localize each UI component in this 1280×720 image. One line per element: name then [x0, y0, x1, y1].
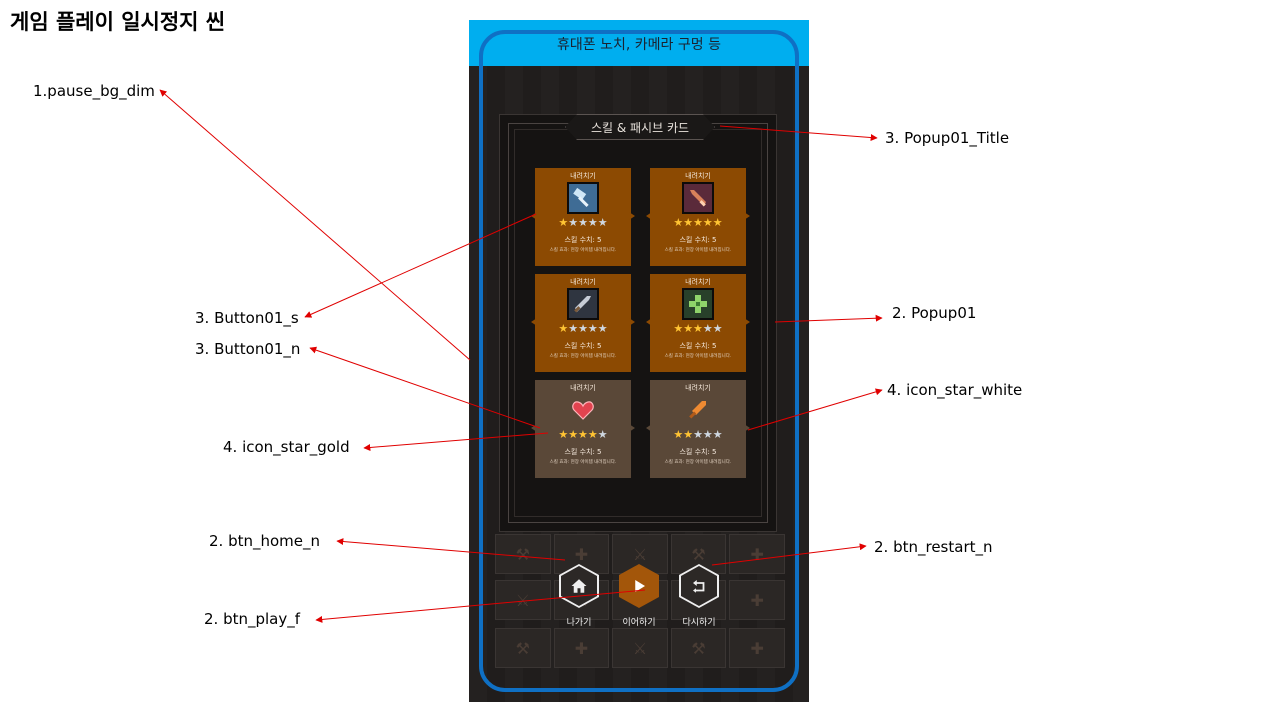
annotation-label: 3. Button01_n — [195, 340, 301, 358]
annotation-label: 3. Button01_s — [195, 309, 299, 327]
safe-area-frame — [479, 30, 799, 692]
annotation-label: 3. Popup01_Title — [885, 129, 1010, 147]
annotation-label: 4. icon_star_gold — [223, 438, 350, 456]
phone-screen: ⚒ ✚ ⚔ ⚒ ✚ ⚔ ⚒ ✚ ⚔ ✚ ⚒ ✚ ⚔ ⚒ ✚ 스킬 & 패시브 카… — [469, 20, 809, 702]
annotation-label: 2. btn_home_n — [209, 532, 321, 550]
annotation-label: 2. btn_play_f — [204, 610, 301, 628]
scene-title: 게임 플레이 일시정지 씬 — [10, 10, 226, 34]
annotation-label: 2. btn_restart_n — [874, 538, 993, 556]
annotation-label: 2. Popup01 — [892, 304, 977, 322]
annotation-label: 1.pause_bg_dim — [33, 82, 155, 100]
annotation-label: 4. icon_star_white — [887, 381, 1023, 399]
